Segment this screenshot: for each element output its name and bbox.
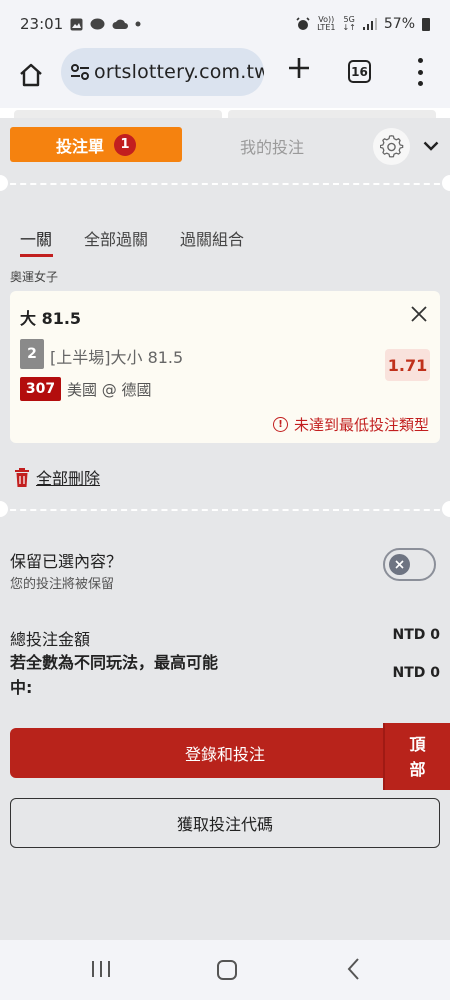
ticket-notch <box>0 501 8 517</box>
battery-icon <box>422 17 430 31</box>
dot-icon <box>135 21 141 27</box>
tab-switcher-button[interactable]: 16 <box>348 60 371 83</box>
status-bar: 23:01 Vo)) LTE1 5G ↓↑ 57% <box>0 0 450 48</box>
gear-icon <box>379 134 403 157</box>
tab-betslip[interactable]: 投注單 1 <box>10 127 182 162</box>
back-button[interactable] <box>343 956 365 982</box>
close-icon <box>411 306 427 322</box>
potential-win-value: NTD 0 <box>392 665 440 681</box>
system-nav-bar <box>0 940 450 1000</box>
match-number-chip: 307 <box>20 377 61 401</box>
trash-icon <box>15 467 29 487</box>
new-tab-button[interactable] <box>284 56 314 86</box>
betslip-tab-label: 投注單 <box>55 136 104 156</box>
remove-bet-button[interactable] <box>408 303 430 325</box>
chevron-down-icon <box>423 141 439 151</box>
back-to-top-button[interactable]: 頂 部 <box>383 723 450 790</box>
alarm-icon <box>296 17 310 30</box>
bet-card: 大 81.5 2 [上半場]大小 81.5 307 美國 @ 德國 1.71 !… <box>10 291 440 443</box>
ticket-notch <box>442 175 450 191</box>
home-icon <box>20 63 42 87</box>
back-to-top-label: 頂 <box>409 734 426 754</box>
collapse-button[interactable] <box>420 135 442 157</box>
bet-selection: 大 81.5 <box>20 309 82 328</box>
divider-dashed <box>0 183 450 185</box>
bet-teams: 美國 @ 德國 <box>67 381 152 399</box>
settings-button[interactable] <box>373 128 410 165</box>
cloud-icon <box>112 19 129 29</box>
period-number-chip: 2 <box>20 339 44 369</box>
keep-selection-subtitle: 您的投注將被保留 <box>10 577 115 592</box>
betslip-header: 投注單 1 我的投注 <box>0 118 450 180</box>
recent-apps-icon <box>100 961 102 977</box>
volte-indicator: Vo)) LTE1 <box>317 15 336 32</box>
bet-warning-text: 未達到最低投注類型 <box>293 416 429 434</box>
bet-type-tabs: 一關 全部過關 過關組合 <box>0 224 450 260</box>
page-tab-ghost <box>228 110 436 118</box>
plus-icon <box>289 58 309 78</box>
total-stake-label: 總投注金額 <box>10 630 91 649</box>
keep-selection-toggle[interactable] <box>383 548 436 581</box>
tab-my-bets[interactable]: 我的投注 <box>202 134 342 158</box>
total-stake-value: NTD 0 <box>392 627 440 643</box>
recent-apps-button[interactable] <box>92 961 110 977</box>
delete-all-label: 全部刪除 <box>36 469 101 488</box>
potential-win-label: 若全數為不同玩法，最高可能中: <box>10 653 219 697</box>
bet-warning: ! 未達到最低投注類型 <box>272 414 429 435</box>
toggle-knob <box>389 554 410 575</box>
site-settings-icon[interactable] <box>70 61 90 83</box>
sport-label: 奧運女子 <box>10 270 59 284</box>
page-tab-ghost <box>14 110 222 118</box>
menu-dot <box>417 81 423 86</box>
tab-parlay-combination[interactable]: 過關組合 <box>180 226 244 250</box>
url-text: ortslottery.com.tw <box>94 61 264 83</box>
tab-all-parlay[interactable]: 全部過關 <box>84 226 148 250</box>
gallery-icon <box>70 18 83 30</box>
back-to-top-label: 部 <box>409 759 426 779</box>
home-button[interactable] <box>14 58 48 92</box>
home-nav-button[interactable] <box>217 960 237 980</box>
alert-circle-icon: ! <box>272 417 288 432</box>
betslip-count-badge: 1 <box>114 133 136 156</box>
active-tab-indicator <box>20 254 53 257</box>
status-time: 23:01 <box>20 15 64 33</box>
divider-dashed <box>0 509 450 511</box>
menu-dot <box>417 69 423 75</box>
5g-indicator: 5G ↓↑ <box>342 15 356 32</box>
get-bet-code-button[interactable]: 獲取投注代碼 <box>10 798 440 848</box>
login-and-bet-button[interactable]: 登錄和投注 <box>10 728 440 778</box>
browser-toolbar: ortslottery.com.tw 16 <box>0 48 450 108</box>
close-icon <box>395 560 404 569</box>
battery-percent: 57% <box>383 16 415 32</box>
ticket-notch <box>442 501 450 517</box>
signal-icon <box>362 18 377 30</box>
address-bar[interactable]: ortslottery.com.tw <box>61 48 264 96</box>
recent-apps-icon <box>92 961 94 977</box>
bet-market: [上半場]大小 81.5 <box>50 348 184 367</box>
line-icon <box>90 18 105 29</box>
delete-all-button[interactable]: 全部刪除 <box>14 465 100 489</box>
tab-single[interactable]: 一關 <box>20 226 52 250</box>
page-top-strip <box>0 108 450 118</box>
recent-apps-icon <box>108 961 110 977</box>
back-icon <box>347 958 359 980</box>
keep-selection-title: 保留已選內容？ <box>10 552 123 571</box>
overflow-menu-button[interactable] <box>410 58 430 86</box>
odds-value[interactable]: 1.71 <box>385 349 430 381</box>
menu-dot <box>417 58 423 63</box>
